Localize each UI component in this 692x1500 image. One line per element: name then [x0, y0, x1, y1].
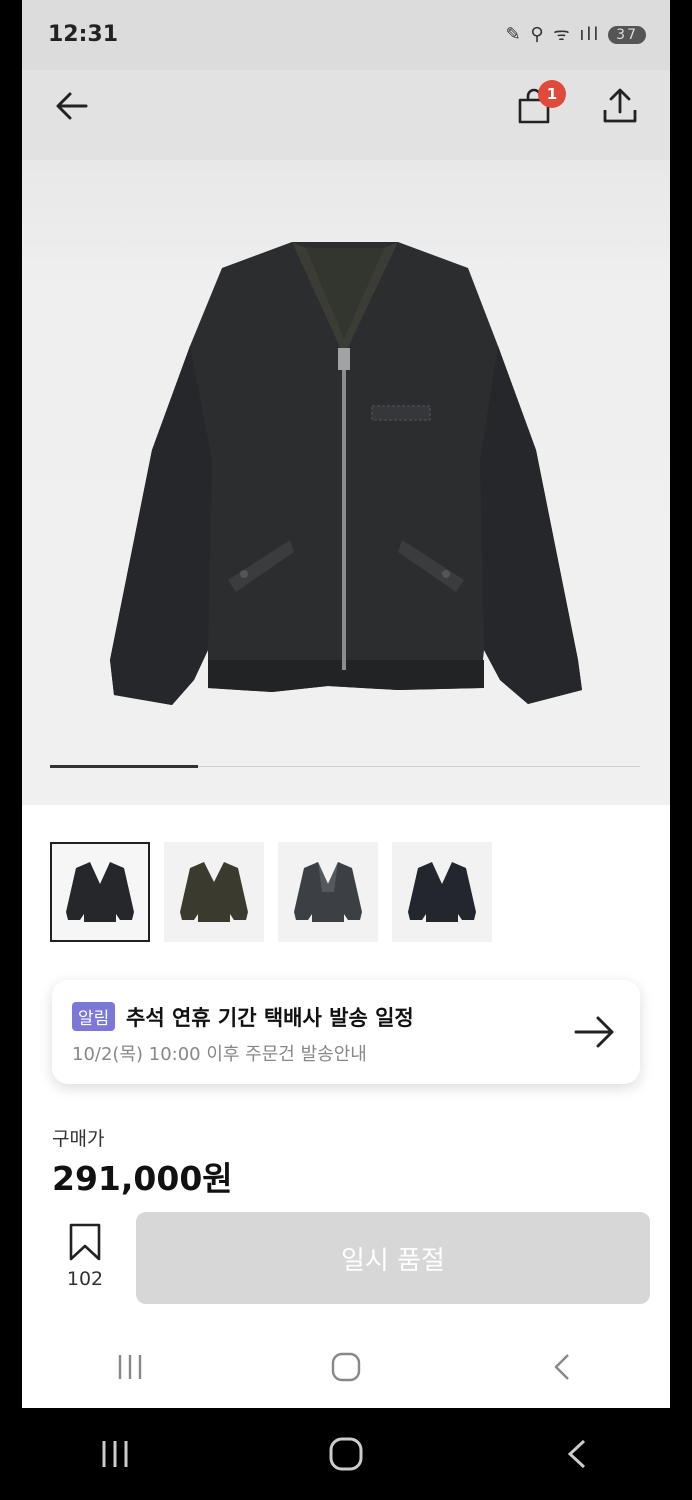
home-icon — [329, 1437, 363, 1471]
jacket-thumbnail-olive — [180, 862, 248, 922]
price-value: 291,000원 — [52, 1159, 233, 1198]
status-bar: 12:31 ✎ ⚲ ᯤ ıll 37 — [22, 0, 670, 70]
jacket-image — [110, 242, 582, 705]
home-icon — [331, 1352, 361, 1382]
recent-apps-button[interactable] — [90, 1337, 170, 1397]
recent-apps-icon — [118, 1355, 142, 1379]
jacket-thumbnail-grey — [294, 862, 362, 922]
system-home-button[interactable] — [306, 1424, 386, 1484]
wishlist-button[interactable]: 102 — [50, 1222, 120, 1290]
recent-apps-icon — [102, 1441, 128, 1467]
inner-navigation-bar — [22, 1326, 670, 1408]
status-icons: ✎ ⚲ ᯤ ıll 37 — [506, 22, 646, 46]
jacket-thumbnail-navy — [408, 862, 476, 922]
share-button[interactable] — [598, 84, 642, 128]
thumbnail-1[interactable] — [50, 842, 150, 942]
notice-title: 추석 연휴 기간 택배사 발송 일정 — [126, 1006, 414, 1030]
jacket-thumbnail-black — [66, 862, 134, 922]
system-recent-apps-button[interactable] — [75, 1424, 155, 1484]
arrow-left-icon — [56, 92, 88, 120]
top-bar — [22, 70, 670, 160]
battery-icon: 37 — [608, 26, 646, 44]
system-navigation-bar — [0, 1408, 692, 1500]
thumbnail-3[interactable] — [278, 842, 378, 942]
gallery-progress-indicator — [50, 765, 198, 768]
soldout-button[interactable]: 일시 품절 — [136, 1212, 650, 1304]
arrow-right-icon — [574, 1016, 614, 1048]
notice-banner[interactable]: 알림 추석 연휴 기간 택배사 발송 일정 10/2(목) 10:00 이후 주… — [52, 980, 640, 1084]
chevron-left-icon — [567, 1439, 585, 1469]
thumbnail-list — [50, 842, 492, 942]
wishlist-count: 102 — [66, 1268, 104, 1290]
bookmark-icon — [69, 1223, 101, 1261]
app-screen: 12:31 ✎ ⚲ ᯤ ıll 37 1 알림 추석 연휴 기간 택배사 발송 … — [22, 0, 670, 1408]
home-button[interactable] — [306, 1337, 386, 1397]
cart-count-badge: 1 — [538, 80, 566, 108]
thumbnail-2[interactable] — [164, 842, 264, 942]
product-image[interactable] — [22, 160, 670, 805]
system-back-button[interactable] — [537, 1424, 617, 1484]
thumbnail-4[interactable] — [392, 842, 492, 942]
notice-subtitle: 10/2(목) 10:00 이후 주문건 발송안내 — [72, 1044, 367, 1065]
status-icon-glyphs: ✎ ⚲ ᯤ ıll — [505, 24, 601, 45]
notice-tag: 알림 — [72, 1002, 116, 1031]
price-label: 구매가 — [52, 1128, 105, 1150]
back-button[interactable] — [50, 84, 94, 128]
back-nav-button[interactable] — [522, 1337, 602, 1397]
chevron-left-icon — [554, 1354, 569, 1380]
status-time: 12:31 — [48, 22, 119, 47]
share-icon — [603, 88, 637, 123]
